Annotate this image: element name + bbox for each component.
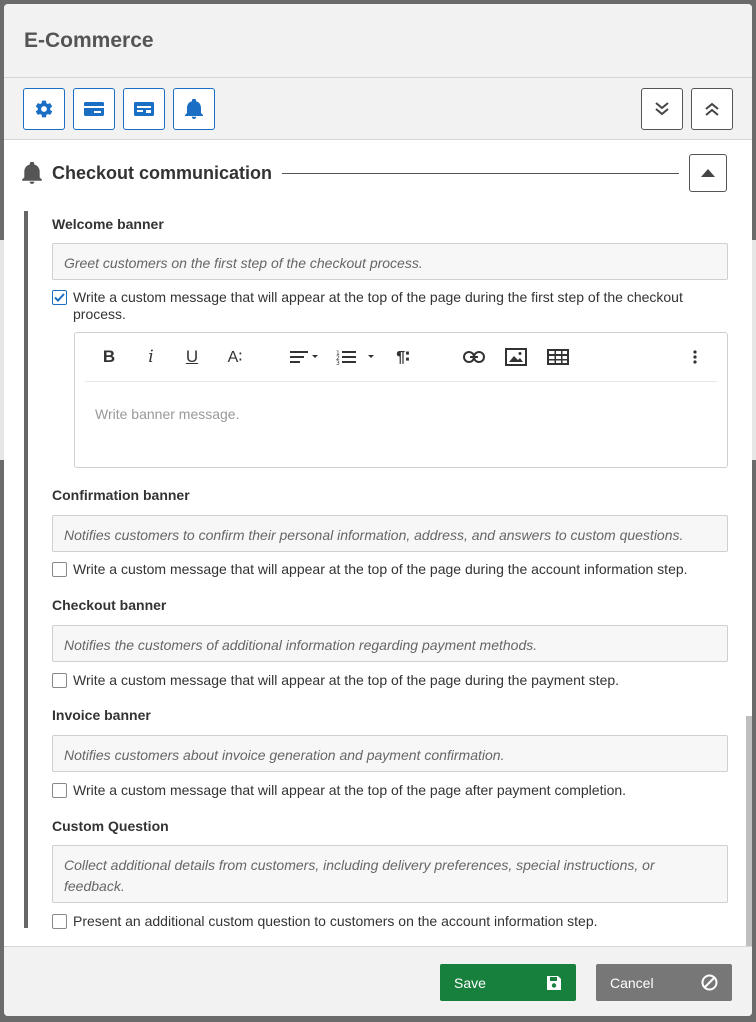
invoice-banner-checkbox-row: Write a custom message that will appear … [52,782,728,799]
floppy-disk-icon [547,975,561,990]
checkout-banner-label: Checkout banner [52,597,167,613]
cancel-button[interactable]: Cancel [596,964,732,1001]
communication-tab-button[interactable] [173,88,215,130]
cancel-button-label: Cancel [610,974,654,991]
table-icon [547,349,569,365]
bold-button[interactable]: B [99,345,119,369]
numbered-list-icon: 123 [336,350,374,365]
section-divider [282,172,679,174]
dialog-header: E-Commerce [4,4,752,78]
vertical-scrollbar[interactable] [746,716,752,946]
custom-question-checkbox-row: Present an additional custom question to… [52,913,728,930]
dialog-toolbar [4,78,752,140]
italic-button[interactable]: i [141,345,161,369]
paragraph-format-button[interactable]: ¶∶ [391,345,415,369]
section-content: Welcome banner Greet customers on the fi… [24,211,728,929]
welcome-banner-description: Greet customers on the first step of the… [52,243,728,280]
ban-icon [701,974,718,991]
editor-placeholder[interactable]: Write banner message. [95,406,239,422]
dialog-body: Checkout communication Welcome banner Gr… [4,141,752,946]
confirmation-banner-description: Notifies customers to confirm their pers… [52,515,728,552]
welcome-banner-checkbox[interactable] [52,290,67,305]
confirmation-banner-checkbox[interactable] [52,562,67,577]
expand-all-icon [655,102,669,116]
custom-question-description: Collect additional details from customer… [52,845,728,903]
settings-tab-button[interactable] [23,88,65,130]
editor-toolbar: B i U A∶ 123 ¶∶ [85,333,717,382]
numbered-list-button[interactable]: 123 [335,345,379,369]
align-button[interactable] [289,345,323,369]
collapse-all-icon [705,102,719,116]
checkout-banner-checkbox-label: Write a custom message that will appear … [73,672,620,688]
card-tab-button[interactable] [73,88,115,130]
section-header: Checkout communication [22,153,727,193]
bell-icon [22,162,42,184]
insert-image-button[interactable] [503,345,529,369]
gear-icon [35,100,53,118]
section-title: Checkout communication [52,162,273,183]
caret-up-icon [701,169,715,177]
save-button[interactable]: Save [440,964,576,1001]
welcome-banner-checkbox-label: Write a custom message that will appear … [73,289,683,322]
dialog-footer: Save Cancel [4,946,752,1016]
bell-icon [185,99,203,119]
checkout-banner-checkbox[interactable] [52,673,67,688]
custom-question-checkbox-label: Present an additional custom question to… [73,913,598,929]
align-left-icon [290,351,318,363]
save-button-label: Save [454,974,486,991]
custom-question-checkbox[interactable] [52,914,67,929]
checkout-banner-checkbox-row: Write a custom message that will appear … [52,672,728,689]
collapse-all-button[interactable] [691,88,733,130]
expand-all-button[interactable] [641,88,683,130]
custom-question-label: Custom Question [52,818,169,834]
link-icon [463,351,485,363]
more-vertical-icon [693,350,697,364]
section-collapse-button[interactable] [689,154,727,192]
checkout-banner-description: Notifies the customers of additional inf… [52,625,728,662]
welcome-banner-checkbox-row: Write a custom message that will appear … [52,289,728,323]
invoice-banner-label: Invoice banner [52,707,151,723]
dialog-title: E-Commerce [24,28,154,52]
more-options-button[interactable] [687,345,703,369]
banner-message-editor: B i U A∶ 123 ¶∶ Write banner message. [74,332,728,468]
confirmation-banner-checkbox-row: Write a custom message that will appear … [52,561,728,578]
confirmation-banner-checkbox-label: Write a custom message that will appear … [73,561,688,577]
invoice-banner-description: Notifies customers about invoice generat… [52,735,728,772]
image-icon [505,348,527,366]
invoice-banner-checkbox[interactable] [52,783,67,798]
font-size-button[interactable]: A∶ [223,345,247,369]
ecommerce-dialog: E-Commerce Checkout communication Welcom… [4,4,752,1016]
payment-card-icon [134,102,154,116]
invoice-banner-checkbox-label: Write a custom message that will appear … [73,782,627,798]
payment-tab-button[interactable] [123,88,165,130]
svg-text:3: 3 [336,360,340,365]
checkmark-icon [54,293,65,302]
underline-button[interactable]: U [181,345,203,369]
credit-card-icon [84,102,104,116]
confirmation-banner-label: Confirmation banner [52,487,190,503]
insert-link-button[interactable] [461,345,487,369]
welcome-banner-label: Welcome banner [52,216,164,232]
insert-table-button[interactable] [545,345,571,369]
